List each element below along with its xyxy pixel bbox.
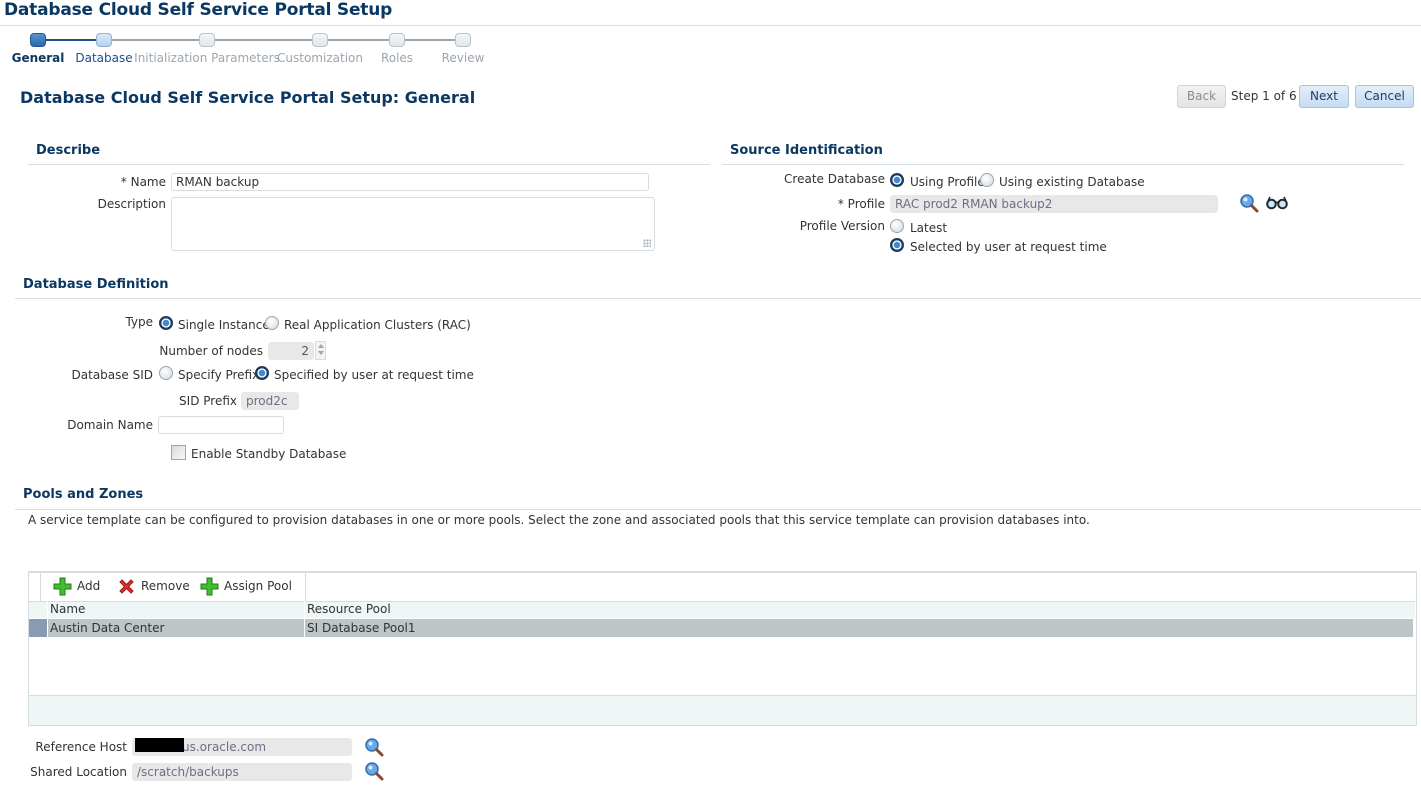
train-connector [214,39,313,41]
selected-at-request-label[interactable]: Selected by user at request time [910,240,1107,254]
train-label-initialization-parameters: Initialization Parameters [134,51,280,65]
pools-table-footer [29,695,1416,725]
number-of-nodes-input[interactable]: 2 [268,342,314,360]
reference-host-search-icon[interactable] [364,737,384,757]
page-title: Database Cloud Self Service Portal Setup… [20,88,476,107]
train-label-database[interactable]: Database [75,51,132,65]
enable-standby-checkbox[interactable] [171,445,186,460]
redacted-hostname [135,738,184,752]
sid-at-request-radio[interactable] [255,366,269,380]
description-textarea[interactable] [171,197,655,251]
number-of-nodes-label: Number of nodes [159,344,263,358]
step-indicator: Step 1 of 6 [1231,89,1297,103]
add-button[interactable]: Add [53,577,100,595]
sid-at-request-label[interactable]: Specified by user at request time [274,368,474,382]
assign-pool-plus-icon [200,577,219,595]
column-header-resource-pool[interactable]: Resource Pool [307,602,391,616]
database-sid-label: Database SID [71,368,153,382]
specify-prefix-radio[interactable] [159,366,173,380]
profile-label: * Profile [837,197,885,211]
using-profile-radio[interactable] [890,173,904,187]
rac-radio[interactable] [265,316,279,330]
create-database-label: Create Database [784,172,885,186]
train-label-roles: Roles [380,51,414,65]
train-label-customization: Customization [277,51,363,65]
describe-header: Describe [36,143,101,158]
cancel-button[interactable]: Cancel [1355,85,1414,108]
profile-version-label: Profile Version [799,219,885,233]
definition-divider [15,298,1421,299]
stepper-up-icon[interactable] [317,344,324,348]
train-connector [45,39,97,41]
using-profile-label[interactable]: Using Profile [910,175,985,189]
latest-radio[interactable] [890,219,904,233]
stepper-down-icon[interactable] [317,351,324,355]
remove-x-icon [119,578,134,594]
latest-label[interactable]: Latest [910,221,947,235]
remove-label[interactable]: Remove [141,579,190,593]
train-stop-general[interactable] [30,33,46,47]
assign-pool-label[interactable]: Assign Pool [224,579,292,593]
name-input[interactable]: RMAN backup [171,173,649,191]
add-label[interactable]: Add [77,579,100,593]
row-selector[interactable] [29,619,47,637]
selected-at-request-radio[interactable] [890,238,904,252]
train-stop-initialization-parameters [199,33,215,47]
shared-location-search-icon[interactable] [364,761,384,781]
resize-grip-icon[interactable] [643,239,651,247]
train-stop-customization [312,33,328,47]
source-identification-header: Source Identification [730,143,883,158]
train-connector [111,39,200,41]
shared-location-input[interactable]: /scratch/backups [132,763,352,781]
nodes-stepper[interactable] [315,341,326,360]
domain-name-input[interactable] [158,416,284,434]
type-label: Type [125,315,153,329]
describe-divider [28,164,710,165]
single-instance-label[interactable]: Single Instance [178,318,270,332]
pools-description: A service template can be configured to … [28,513,1090,527]
add-plus-icon [53,577,72,595]
cell-name: Austin Data Center [50,621,165,635]
pools-divider [15,509,1421,510]
next-button[interactable]: Next [1299,85,1349,108]
column-header-name[interactable]: Name [50,602,85,616]
database-definition-header: Database Definition [23,277,169,292]
profile-view-glasses-icon[interactable] [1266,196,1288,210]
enable-standby-label[interactable]: Enable Standby Database [191,447,346,461]
column-separator [47,601,48,637]
train-stop-roles [389,33,405,47]
rac-label[interactable]: Real Application Clusters (RAC) [284,318,471,332]
name-label: * Name [120,175,166,189]
train-stop-review [455,33,471,47]
description-label: Description [97,197,166,211]
train-stop-database[interactable] [96,33,112,47]
domain-name-label: Domain Name [67,418,153,432]
sid-prefix-label: SID Prefix [179,394,237,408]
using-existing-database-radio[interactable] [980,173,994,187]
pools-table-header [29,601,1415,618]
reference-host-label: Reference Host [35,740,127,754]
remove-button[interactable]: Remove [117,577,190,595]
pools-and-zones-header: Pools and Zones [23,487,144,502]
train-label-general[interactable]: General [12,51,65,65]
shared-location-label: Shared Location [30,765,127,779]
specify-prefix-label[interactable]: Specify Prefix [178,368,259,382]
single-instance-radio[interactable] [159,316,173,330]
title-divider [0,25,1421,26]
table-row[interactable] [47,619,1413,637]
train-label-review: Review [441,51,485,65]
train-connector [327,39,390,41]
profile-input[interactable]: RAC prod2 RMAN backup2 [890,195,1218,213]
source-divider [722,164,1404,165]
using-existing-database-label[interactable]: Using existing Database [999,175,1145,189]
back-button[interactable]: Back [1177,85,1226,108]
app-title: Database Cloud Self Service Portal Setup [4,0,393,20]
cell-resource-pool: SI Database Pool1 [307,621,416,635]
column-separator [304,601,305,637]
train-connector [404,39,456,41]
assign-pool-button[interactable]: Assign Pool [200,577,292,595]
profile-search-icon[interactable] [1239,193,1259,213]
sid-prefix-input[interactable]: prod2c [241,392,299,410]
